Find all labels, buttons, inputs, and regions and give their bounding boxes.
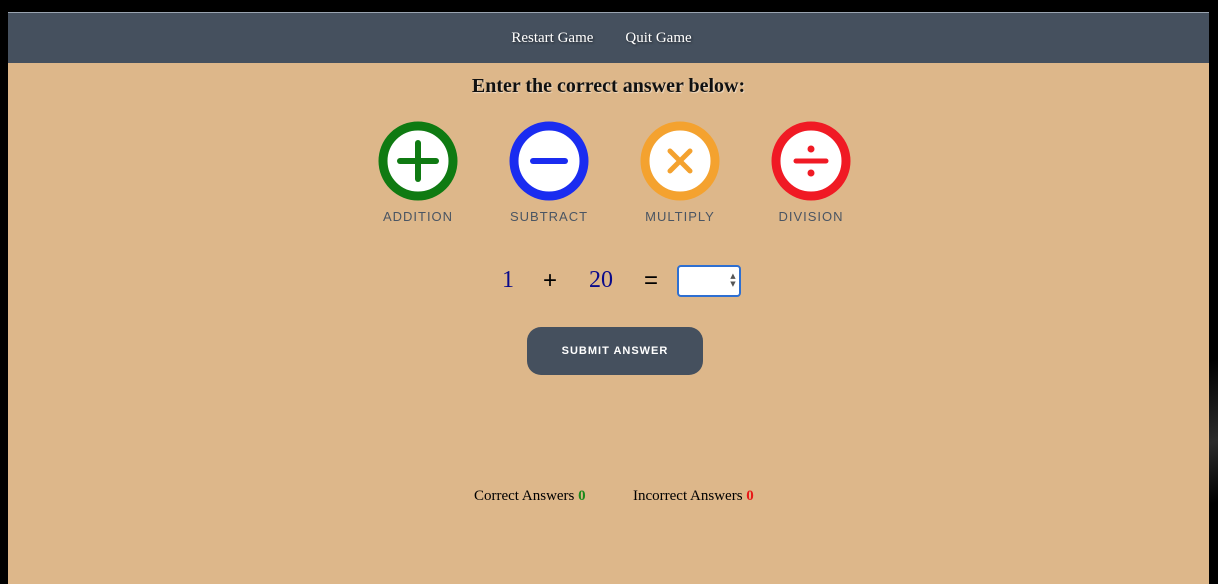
page-heading: Enter the correct answer below: (471, 75, 746, 97)
submit-answer-button[interactable]: SUBMIT ANSWER (527, 327, 703, 375)
subtract-label: SUBTRACT (509, 209, 589, 224)
spinner-down-icon[interactable]: ▼ (730, 280, 736, 288)
equation-row: 1 + 20 = ▲ ▼ (8, 265, 1209, 301)
incorrect-answers-value: 0 (746, 488, 754, 504)
addition-option[interactable]: ADDITION (372, 121, 464, 224)
game-window: Restart Game Quit Game Enter the correct… (8, 12, 1209, 584)
correct-answers-label: Correct Answers (474, 488, 575, 504)
correct-answers-counter: Correct Answers 0 (474, 488, 586, 505)
divide-icon (771, 121, 851, 201)
number-spinner[interactable]: ▲ ▼ (730, 272, 736, 290)
first-operand: 1 (502, 267, 514, 293)
answer-field-wrapper: ▲ ▼ (677, 265, 741, 297)
equals-sign: = (644, 267, 659, 294)
quit-game-link[interactable]: Quit Game (625, 30, 691, 47)
incorrect-answers-counter: Incorrect Answers 0 (633, 488, 754, 505)
times-icon (640, 121, 720, 201)
top-navigation-bar: Restart Game Quit Game (8, 13, 1209, 63)
minus-icon (509, 121, 589, 201)
operator-sign: + (543, 267, 558, 294)
multiply-option[interactable]: MULTIPLY (634, 121, 726, 224)
second-operand: 20 (589, 267, 613, 293)
multiply-label: MULTIPLY (645, 209, 715, 224)
plus-icon (378, 121, 458, 201)
restart-game-link[interactable]: Restart Game (511, 30, 593, 47)
division-label: DIVISION (778, 209, 844, 224)
correct-answers-value: 0 (578, 488, 586, 504)
incorrect-answers-label: Incorrect Answers (633, 488, 743, 504)
subtract-option[interactable]: SUBTRACT (503, 121, 595, 224)
addition-label: ADDITION (382, 209, 454, 224)
division-option[interactable]: DIVISION (765, 121, 857, 224)
spinner-up-icon[interactable]: ▲ (730, 272, 736, 280)
answer-input[interactable] (682, 268, 732, 296)
